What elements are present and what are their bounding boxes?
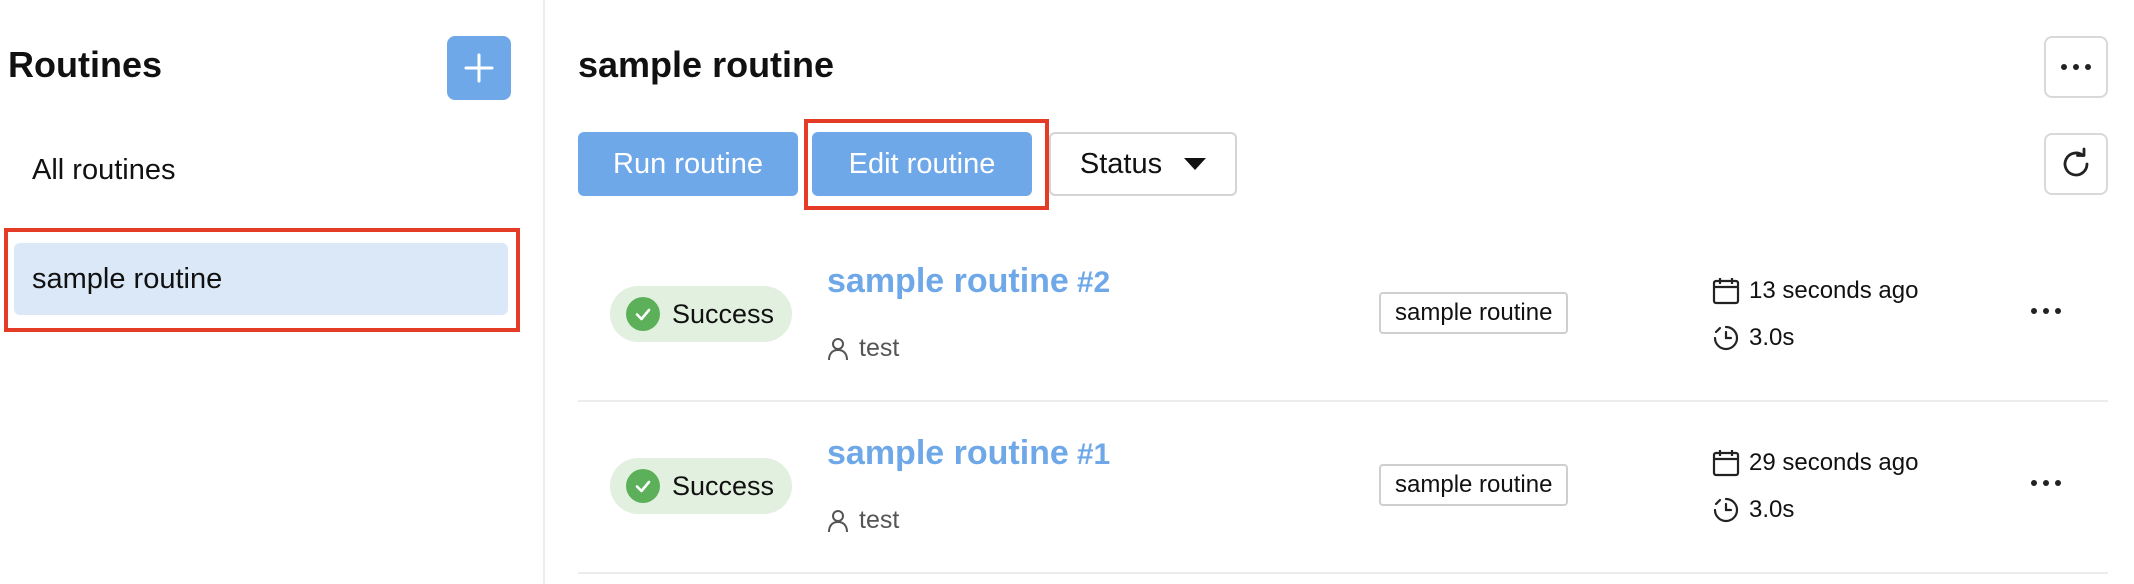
more-icon: [2031, 308, 2061, 314]
run-row[interactable]: Success sample routine #1 test sample rou…: [578, 404, 2108, 574]
run-duration-text: 3.0s: [1749, 324, 1795, 351]
more-icon: [2031, 480, 2061, 486]
sidebar-item-label: sample routine: [32, 262, 223, 295]
run-name: sample routine: [827, 434, 1069, 472]
run-user-name: test: [859, 334, 900, 362]
run-duration-text: 3.0s: [1749, 496, 1795, 523]
run-number: #2: [1076, 266, 1111, 299]
clock-icon: [1713, 325, 1739, 351]
run-time: 29 seconds ago: [1711, 448, 1918, 478]
run-title-link[interactable]: sample routine #2: [827, 262, 1110, 301]
run-user: test: [827, 506, 899, 535]
run-duration: 3.0s: [1711, 323, 1794, 353]
routine-tag: sample routine: [1379, 464, 1569, 506]
status-filter-label: Status: [1079, 147, 1163, 180]
sidebar-item-sample-routine[interactable]: sample routine: [14, 243, 508, 315]
plus-icon: [464, 53, 494, 83]
sidebar-item-all-routines[interactable]: All routines: [14, 134, 508, 206]
sidebar-title: Routines: [8, 44, 163, 85]
check-icon: [626, 469, 660, 503]
run-row[interactable]: Success sample routine #2 test sample rou…: [578, 232, 2108, 402]
sidebar-item-label: All routines: [32, 153, 176, 186]
row-more-button[interactable]: [2018, 462, 2074, 504]
status-badge: Success: [610, 286, 793, 342]
check-icon: [626, 297, 660, 331]
user-icon: [828, 337, 848, 360]
status-label: Success: [672, 298, 775, 329]
run-user: test: [827, 334, 899, 363]
page-more-button[interactable]: [2044, 36, 2108, 98]
calendar-icon: [1712, 278, 1740, 305]
user-icon: [828, 509, 848, 532]
run-duration: 3.0s: [1711, 495, 1794, 525]
refresh-button[interactable]: [2044, 133, 2108, 195]
caret-down-icon: [1184, 158, 1207, 170]
run-time: 13 seconds ago: [1711, 276, 1918, 306]
run-title-link[interactable]: sample routine #1: [827, 434, 1110, 473]
run-number: #1: [1076, 438, 1111, 471]
clock-icon: [1713, 497, 1739, 523]
run-time-text: 13 seconds ago: [1749, 277, 1919, 304]
status-badge: Success: [610, 458, 793, 514]
row-more-button[interactable]: [2018, 290, 2074, 332]
status-label: Success: [672, 470, 775, 501]
status-filter-dropdown[interactable]: Status: [1049, 132, 1237, 196]
run-routine-button[interactable]: Run routine: [578, 132, 798, 196]
calendar-icon: [1712, 450, 1740, 477]
add-routine-button[interactable]: [447, 36, 511, 100]
run-name: sample routine: [827, 262, 1069, 300]
more-icon: [2061, 64, 2091, 70]
sidebar: Routines All routines sample routine: [0, 0, 545, 584]
run-user-name: test: [859, 506, 900, 534]
page-title: sample routine: [578, 44, 835, 85]
run-time-text: 29 seconds ago: [1749, 449, 1919, 476]
refresh-icon: [2063, 147, 2089, 177]
edit-routine-button[interactable]: Edit routine: [812, 132, 1032, 196]
routine-tag: sample routine: [1379, 292, 1569, 334]
